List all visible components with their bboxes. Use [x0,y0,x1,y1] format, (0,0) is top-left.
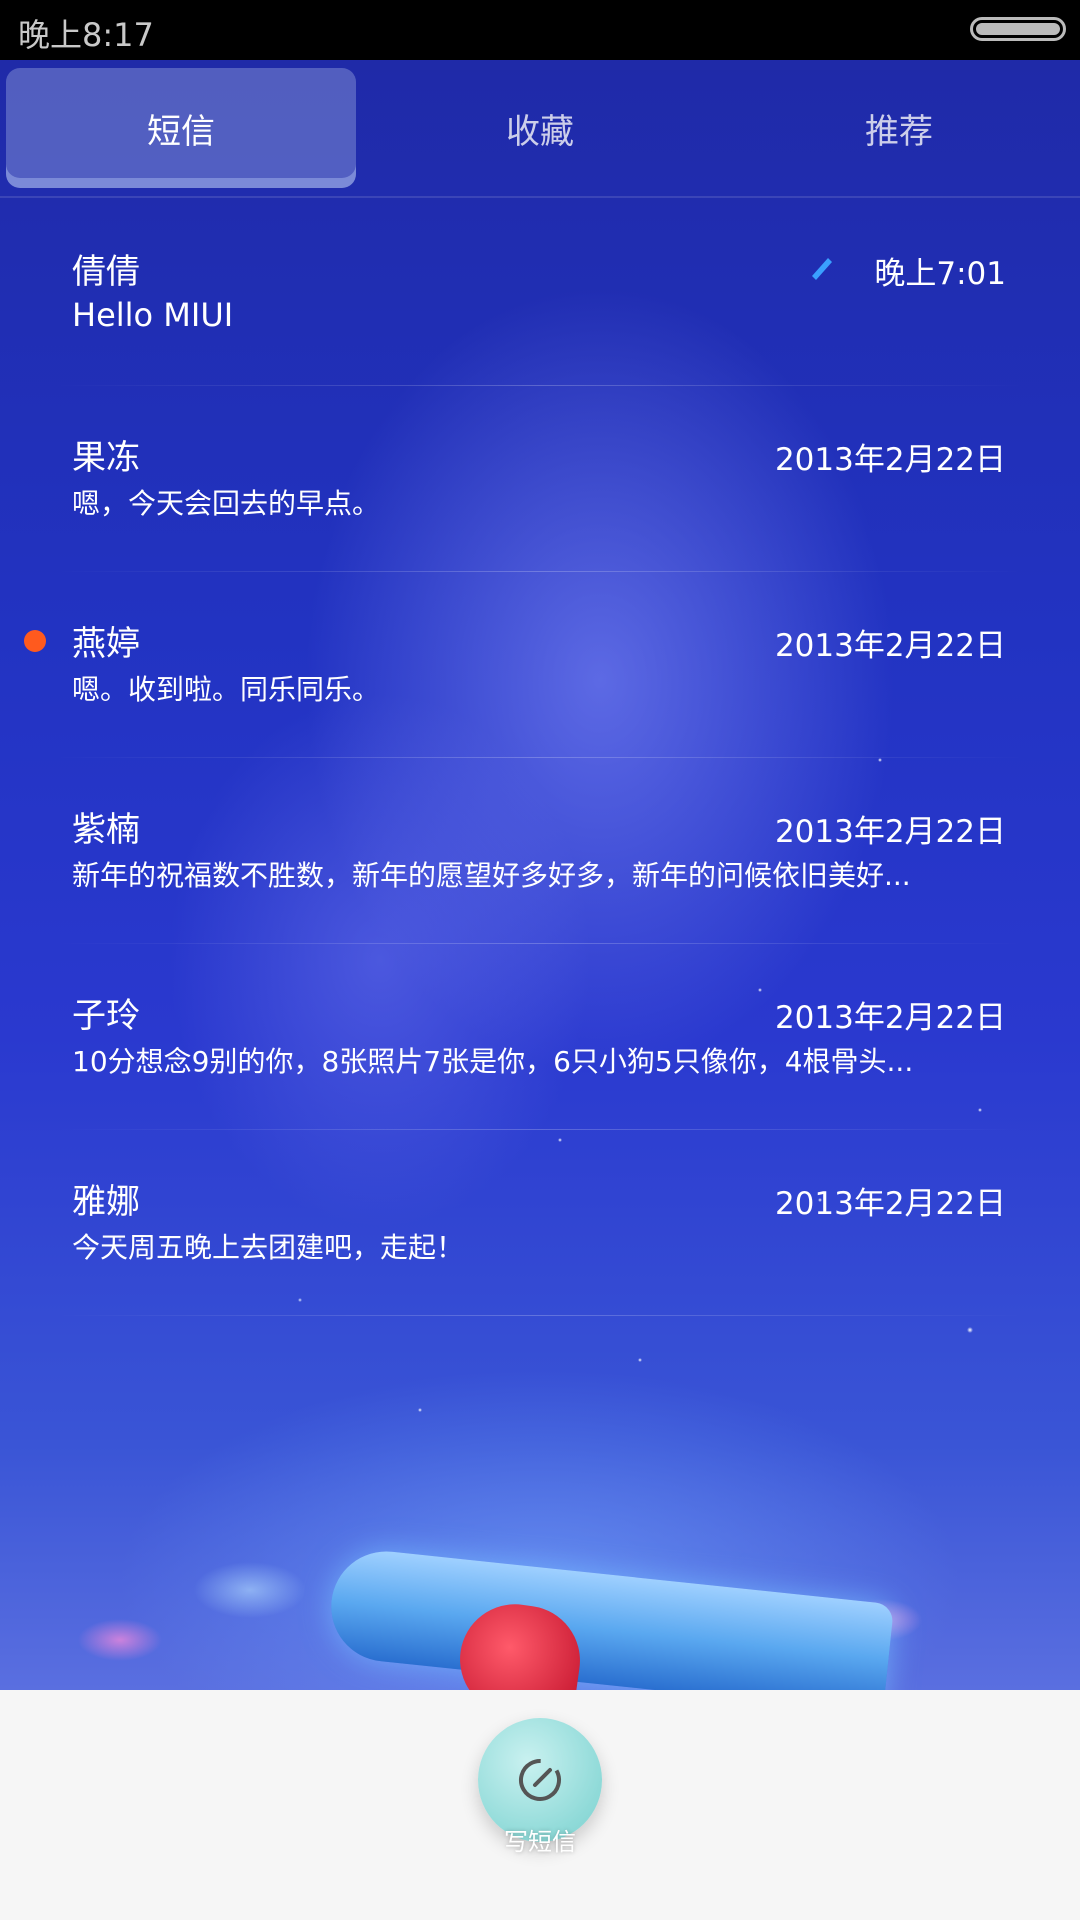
message-preview: 今天周五晚上去团建吧，走起！ [72,1231,465,1264]
status-bar: 晚上8:17 [0,0,1080,60]
conversation-row[interactable]: 雅娜 2013年2月22日 今天周五晚上去团建吧，走起！ [0,1130,1080,1316]
conversation-row[interactable]: 子玲 2013年2月22日 10分想念9别的你，8张照片7张是你，6只小狗5只像… [0,944,1080,1130]
message-time: 晚上7:01 [874,256,1006,292]
contact-name: 雅娜 [72,1182,140,1222]
tab-label: 短信 [147,111,215,152]
conversation-row[interactable]: 燕婷 2013年2月22日 嗯。收到啦。同乐同乐。 [0,572,1080,758]
conversation-row[interactable]: 果冻 2013年2月22日 嗯，今天会回去的早点。 [0,386,1080,572]
tab-recommend[interactable]: 推荐 [724,68,1074,188]
conversation-row[interactable]: 倩倩 晚上7:01 Hello MIUI [0,200,1080,386]
message-preview: 嗯。收到啦。同乐同乐。 [72,673,381,706]
contact-name: 紫楠 [72,810,140,850]
contact-name: 子玲 [72,996,140,1036]
contact-name: 倩倩 [72,252,140,292]
conversation-list: 倩倩 晚上7:01 Hello MIUI 果冻 2013年2月22日 嗯，今天会… [0,200,1080,1316]
message-time: 2013年2月22日 [774,814,1006,850]
contact-name: 燕婷 [72,624,140,664]
message-preview: 10分想念9别的你，8张照片7张是你，6只小狗5只像你，4根骨头... [72,1045,914,1078]
message-time: 2013年2月22日 [774,628,1006,664]
message-preview: Hello MIUI [72,296,234,334]
tab-bar: 短信 收藏 推荐 [0,60,1080,198]
tab-label: 收藏 [506,111,574,152]
message-preview: 新年的祝福数不胜数，新年的愿望好多好多，新年的问候依旧美好... [72,859,911,892]
tab-sms[interactable]: 短信 [6,68,356,188]
conversation-row[interactable]: 紫楠 2013年2月22日 新年的祝福数不胜数，新年的愿望好多好多，新年的问候依… [0,758,1080,944]
unread-dot-icon [24,630,46,652]
draft-pencil-icon [812,258,832,280]
battery-icon [970,17,1066,41]
tab-favorites[interactable]: 收藏 [365,68,715,188]
tab-label: 推荐 [865,111,933,152]
message-time: 2013年2月22日 [774,1186,1006,1222]
message-preview: 嗯，今天会回去的早点。 [72,487,381,520]
status-time: 晚上8:17 [18,16,154,54]
message-time: 2013年2月22日 [774,1000,1006,1036]
message-time: 2013年2月22日 [774,442,1006,478]
contact-name: 果冻 [72,438,140,478]
compose-label: 写短信 [504,1828,576,1856]
compose-icon [519,1759,561,1801]
